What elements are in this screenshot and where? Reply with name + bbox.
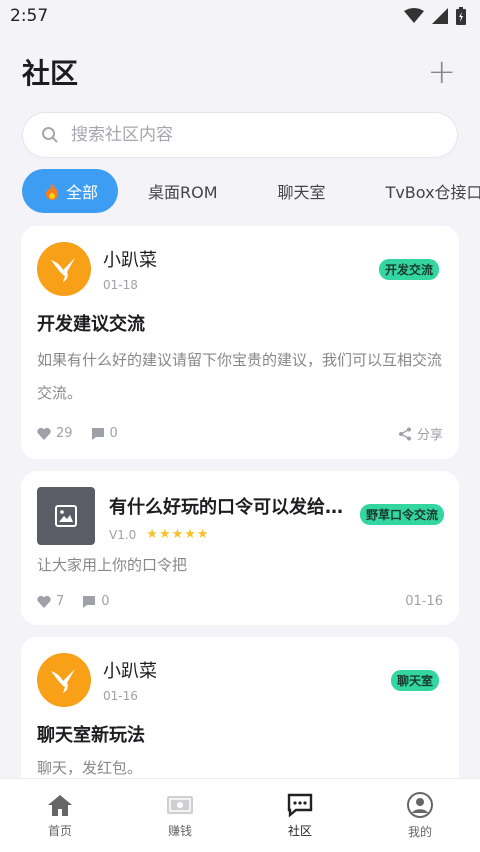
comment-count: 0 xyxy=(109,426,118,441)
comment-button[interactable]: 0 xyxy=(82,594,110,609)
search-input[interactable] xyxy=(71,125,439,145)
home-icon xyxy=(48,794,72,816)
nav-earn[interactable]: 赚钱 xyxy=(120,779,240,852)
app-version: V1.0 xyxy=(109,527,137,542)
user-name[interactable]: 小趴菜 xyxy=(103,657,157,683)
comment-count: 0 xyxy=(101,594,110,609)
heart-icon xyxy=(37,595,51,608)
share-icon xyxy=(398,427,411,440)
tab-chatroom[interactable]: 聊天室 xyxy=(248,169,356,213)
post-card[interactable]: 小趴菜 01-16 聊天室 聊天室新玩法 聊天，发红包。 xyxy=(21,637,459,797)
tab-desktop-rom[interactable]: 桌面ROM xyxy=(118,169,248,213)
post-body: 让大家用上你的口令把 xyxy=(37,556,188,574)
status-time: 2:57 xyxy=(10,6,49,26)
nav-label: 赚钱 xyxy=(167,823,192,838)
page-title: 社区 xyxy=(22,57,79,90)
avatar[interactable] xyxy=(37,653,91,707)
post-title: 开发建议交流 xyxy=(37,314,145,335)
post-date: 01-16 xyxy=(405,594,443,609)
tab-label: 全部 xyxy=(66,183,99,202)
avatar[interactable] xyxy=(37,242,91,296)
user-icon xyxy=(407,791,433,818)
search-icon xyxy=(42,127,58,143)
like-count: 7 xyxy=(56,594,65,609)
search-bar[interactable] xyxy=(22,112,458,158)
battery-icon xyxy=(456,7,466,25)
ticket-icon xyxy=(167,795,193,814)
nav-mine[interactable]: 我的 xyxy=(360,779,480,852)
add-post-button[interactable]: + xyxy=(428,55,457,89)
header: 社区 + xyxy=(0,32,480,112)
fire-icon xyxy=(46,183,58,200)
tab-tvbox[interactable]: TvBox仓接口 xyxy=(356,169,480,213)
post-title: 聊天室新玩法 xyxy=(37,725,145,746)
nav-label: 社区 xyxy=(287,823,312,838)
category-tag[interactable]: 聊天室 xyxy=(390,670,439,691)
nav-label: 首页 xyxy=(47,823,72,838)
app-icon[interactable] xyxy=(37,487,95,545)
tab-all[interactable]: 全部 xyxy=(22,169,119,213)
post-date: 01-18 xyxy=(103,278,138,292)
hummingbird-icon xyxy=(51,669,75,693)
post-body: 如果有什么好的建议请留下你宝贵的建议，我们可以互相交流交流。 xyxy=(37,351,443,402)
image-placeholder-icon xyxy=(55,505,77,527)
wifi-icon xyxy=(404,8,424,23)
like-button[interactable]: 7 xyxy=(37,594,64,609)
post-card[interactable]: 小趴菜 01-18 开发交流 开发建议交流 如果有什么好的建议请留下你宝贵的建议… xyxy=(21,226,459,459)
category-tabs: 全部 桌面ROM 聊天室 TvBox仓接口 xyxy=(0,168,480,214)
rating-stars: ★★★★★ xyxy=(146,527,210,542)
nav-community[interactable]: 社区 xyxy=(240,779,360,852)
comment-icon xyxy=(83,595,96,608)
comment-icon xyxy=(91,427,104,440)
like-count: 29 xyxy=(56,426,73,441)
hummingbird-icon xyxy=(51,258,75,282)
category-tag[interactable]: 野草口令交流 xyxy=(359,504,444,525)
post-date: 01-16 xyxy=(103,689,138,703)
nav-home[interactable]: 首页 xyxy=(0,779,120,852)
status-icons xyxy=(404,7,466,25)
comment-button[interactable]: 0 xyxy=(91,426,118,441)
like-button[interactable]: 29 xyxy=(37,426,73,441)
chat-icon xyxy=(287,793,313,817)
user-name[interactable]: 小趴菜 xyxy=(103,246,157,272)
share-button[interactable]: 分享 xyxy=(398,424,443,443)
heart-icon xyxy=(37,427,51,440)
category-tag[interactable]: 开发交流 xyxy=(378,259,439,280)
signal-icon xyxy=(432,8,448,24)
nav-label: 我的 xyxy=(407,824,432,839)
post-title: 有什么好玩的口令可以发给我... xyxy=(109,497,349,518)
post-card[interactable]: 有什么好玩的口令可以发给我... V1.0 ★★★★★ 野草口令交流 让大家用上… xyxy=(21,471,459,625)
share-label: 分享 xyxy=(416,428,443,443)
bottom-nav: 首页 赚钱 社区 我的 xyxy=(0,778,480,852)
status-bar: 2:57 xyxy=(0,0,480,32)
